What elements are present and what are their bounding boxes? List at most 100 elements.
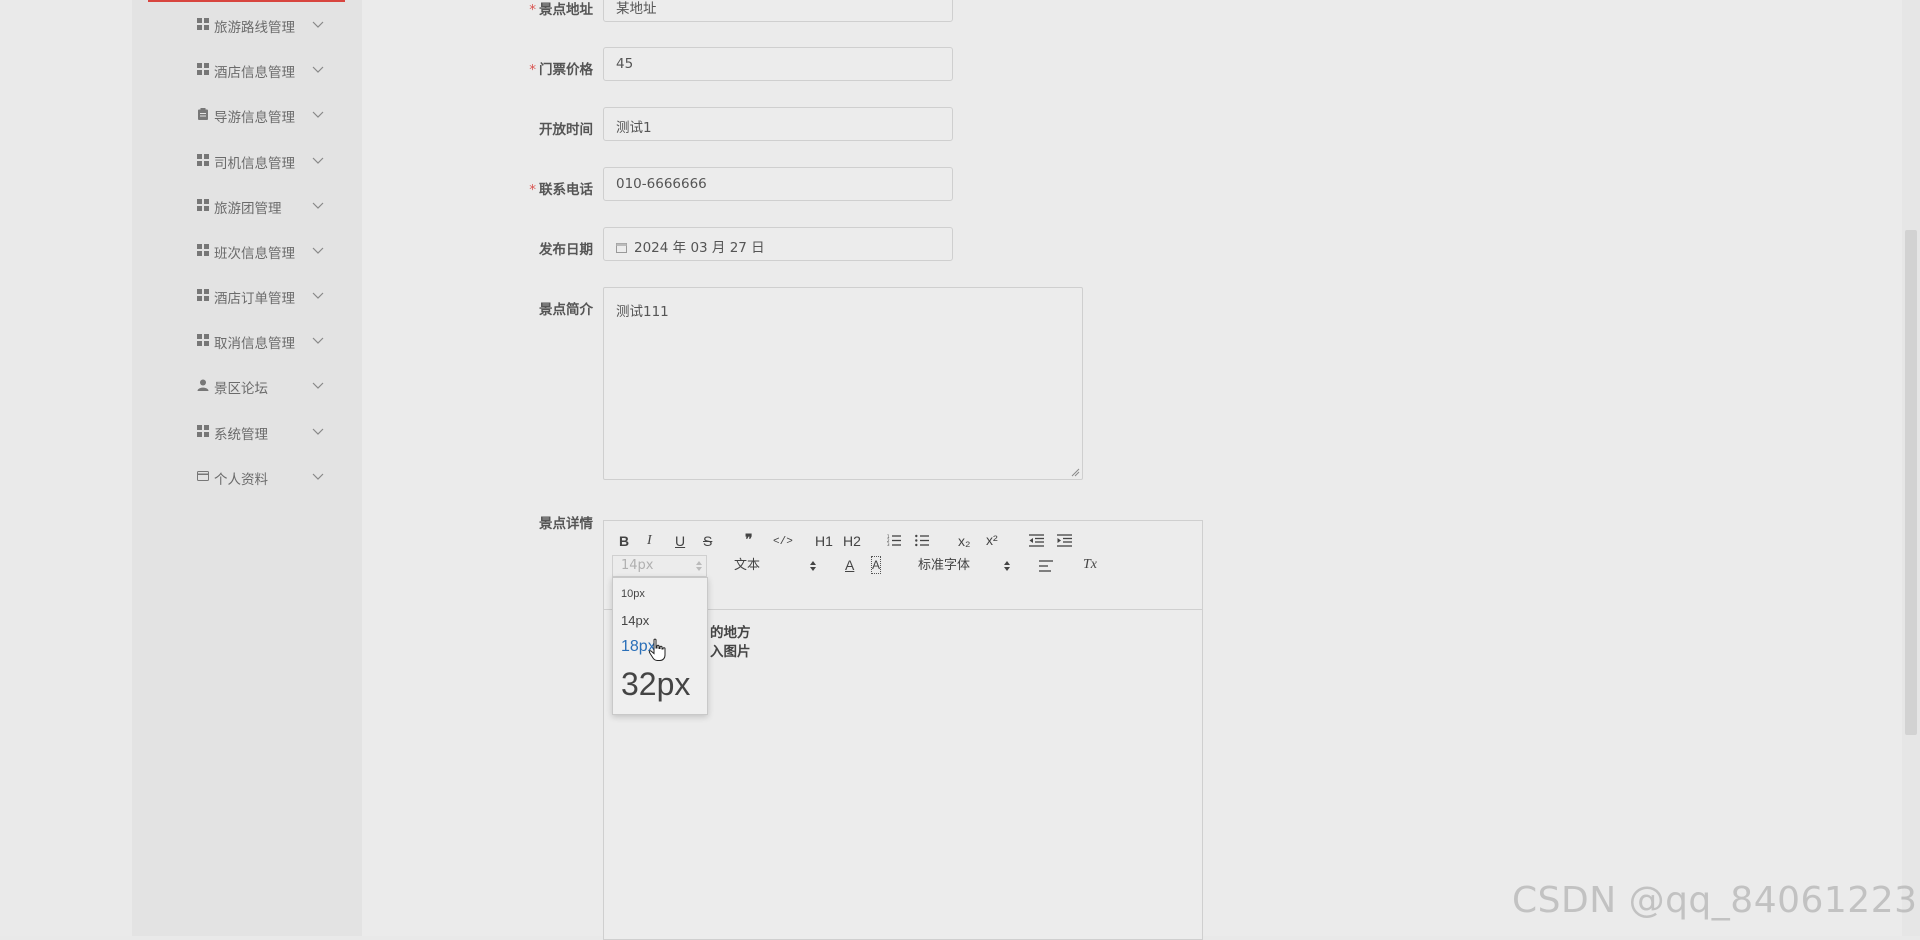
required-marker: * bbox=[529, 2, 536, 18]
chevron-down-icon bbox=[312, 428, 324, 435]
sidebar-item-tour-group[interactable]: 旅游团管理 bbox=[132, 190, 362, 220]
sidebar-item-label: 取消信息管理 bbox=[214, 336, 295, 352]
intro-textarea[interactable]: 测试111 bbox=[603, 287, 1083, 480]
italic-button[interactable]: I bbox=[647, 533, 652, 549]
sidebar-item-hotel-order[interactable]: 酒店订单管理 bbox=[132, 280, 362, 310]
sidebar-menu: 旅游路线管理 酒店信息管理 导游信息管理 司机信息管理 旅游团管理 班次信息管理… bbox=[132, 0, 362, 936]
grid-icon bbox=[197, 425, 209, 437]
chevron-down-icon bbox=[312, 21, 324, 28]
strike-button[interactable]: S bbox=[703, 533, 712, 549]
watermark: CSDN @qq_840612233 bbox=[1512, 880, 1920, 921]
sidebar-item-label: 系统管理 bbox=[214, 427, 268, 443]
rich-text-editor[interactable]: B I U S ❞ </> H1 H2 123 x₂ x² 14px 文本 A … bbox=[603, 520, 1203, 940]
scrollbar-thumb[interactable] bbox=[1905, 230, 1917, 735]
header-select[interactable]: 文本 bbox=[734, 555, 760, 577]
grid-icon bbox=[197, 334, 209, 346]
ordered-list-icon[interactable]: 123 bbox=[887, 534, 901, 547]
card-icon bbox=[197, 471, 209, 481]
price-label: * 门票价格 bbox=[529, 62, 593, 78]
bold-button[interactable]: B bbox=[619, 533, 629, 549]
superscript-button[interactable]: x² bbox=[986, 532, 998, 548]
h1-button[interactable]: H1 bbox=[815, 533, 833, 549]
updown-icon[interactable] bbox=[809, 560, 817, 572]
sidebar-item-guide[interactable]: 导游信息管理 bbox=[132, 99, 362, 129]
required-marker: * bbox=[529, 182, 536, 198]
calendar-icon bbox=[616, 243, 627, 253]
size-option-10px[interactable]: 10px bbox=[621, 588, 645, 600]
grid-icon bbox=[197, 289, 209, 301]
detail-label: 景点详情 bbox=[539, 516, 593, 532]
address-input[interactable]: 某地址 bbox=[603, 0, 953, 22]
sidebar-item-label: 个人资料 bbox=[214, 472, 268, 488]
grid-icon bbox=[197, 63, 209, 75]
clipboard-icon bbox=[198, 108, 208, 120]
sidebar-item-hotel[interactable]: 酒店信息管理 bbox=[132, 54, 362, 84]
sidebar-item-label: 景区论坛 bbox=[214, 381, 268, 397]
indent-icon[interactable] bbox=[1057, 534, 1072, 547]
sidebar-item-system[interactable]: 系统管理 bbox=[132, 416, 362, 446]
price-input[interactable]: 45 bbox=[603, 47, 953, 81]
background-color-button[interactable]: A bbox=[870, 556, 882, 574]
svg-text:3: 3 bbox=[887, 542, 890, 547]
sidebar-item-label: 旅游团管理 bbox=[214, 201, 282, 217]
subscript-button[interactable]: x₂ bbox=[958, 533, 970, 549]
grid-icon bbox=[197, 154, 209, 166]
user-icon bbox=[197, 379, 209, 391]
sidebar-item-label: 酒店订单管理 bbox=[214, 291, 295, 307]
address-label: * 景点地址 bbox=[529, 2, 593, 18]
sidebar-item-schedule[interactable]: 班次信息管理 bbox=[132, 235, 362, 265]
size-option-32px[interactable]: 32px bbox=[621, 666, 690, 703]
sidebar-item-label: 酒店信息管理 bbox=[214, 65, 295, 81]
editor-content-line: 入图片 bbox=[710, 644, 751, 660]
sidebar-item-label: 导游信息管理 bbox=[214, 110, 295, 126]
chevron-down-icon bbox=[312, 157, 324, 164]
clean-format-button[interactable]: Tx bbox=[1083, 557, 1097, 573]
chevron-down-icon bbox=[312, 247, 324, 254]
align-icon[interactable] bbox=[1039, 560, 1053, 572]
chevron-down-icon bbox=[312, 292, 324, 299]
open-time-label: 开放时间 bbox=[539, 122, 593, 138]
grid-icon bbox=[197, 199, 209, 211]
chevron-down-icon bbox=[312, 473, 324, 480]
font-color-button[interactable]: A bbox=[845, 557, 854, 573]
font-family-select[interactable]: 标准字体 bbox=[918, 555, 970, 577]
resize-grip-icon[interactable] bbox=[1071, 468, 1080, 477]
sidebar-item-forum[interactable]: 景区论坛 bbox=[132, 370, 362, 400]
phone-label: * 联系电话 bbox=[529, 182, 593, 198]
sidebar-item-cancel[interactable]: 取消信息管理 bbox=[132, 325, 362, 355]
phone-input[interactable]: 010-6666666 bbox=[603, 167, 953, 201]
editor-content-line: 的地方 bbox=[710, 625, 751, 641]
font-size-select[interactable]: 14px bbox=[612, 555, 707, 577]
publish-date-input[interactable]: 2024 年 03 月 27 日 bbox=[603, 227, 953, 261]
updown-icon bbox=[696, 561, 702, 571]
code-block-button[interactable]: </> bbox=[773, 534, 793, 550]
chevron-down-icon bbox=[312, 382, 324, 389]
updown-icon[interactable] bbox=[1003, 560, 1011, 572]
grid-icon bbox=[197, 18, 209, 30]
sidebar-item-route[interactable]: 旅游路线管理 bbox=[132, 9, 362, 39]
chevron-down-icon bbox=[312, 337, 324, 344]
chevron-down-icon bbox=[312, 202, 324, 209]
sidebar-item-label: 旅游路线管理 bbox=[214, 20, 295, 36]
h2-button[interactable]: H2 bbox=[843, 533, 861, 549]
sidebar-item-profile[interactable]: 个人资料 bbox=[132, 461, 362, 491]
bullet-list-icon[interactable] bbox=[915, 534, 929, 547]
page-margin bbox=[0, 0, 132, 936]
active-item-indicator bbox=[148, 0, 345, 2]
chevron-down-icon bbox=[312, 111, 324, 118]
publish-date-label: 发布日期 bbox=[539, 242, 593, 258]
hand-cursor-icon bbox=[648, 638, 666, 661]
intro-label: 景点简介 bbox=[539, 302, 593, 318]
sidebar-item-label: 班次信息管理 bbox=[214, 246, 295, 262]
outdent-icon[interactable] bbox=[1029, 534, 1044, 547]
sidebar-item-label: 司机信息管理 bbox=[214, 156, 295, 172]
grid-icon bbox=[197, 244, 209, 256]
size-option-14px[interactable]: 14px bbox=[621, 613, 649, 628]
sidebar-item-driver[interactable]: 司机信息管理 bbox=[132, 145, 362, 175]
editor-toolbar: B I U S ❞ </> H1 H2 123 x₂ x² 14px 文本 A … bbox=[604, 521, 1202, 715]
required-marker: * bbox=[529, 62, 536, 78]
open-time-input[interactable]: 测试1 bbox=[603, 107, 953, 141]
blockquote-button[interactable]: ❞ bbox=[745, 533, 753, 549]
chevron-down-icon bbox=[312, 66, 324, 73]
underline-button[interactable]: U bbox=[675, 533, 685, 549]
